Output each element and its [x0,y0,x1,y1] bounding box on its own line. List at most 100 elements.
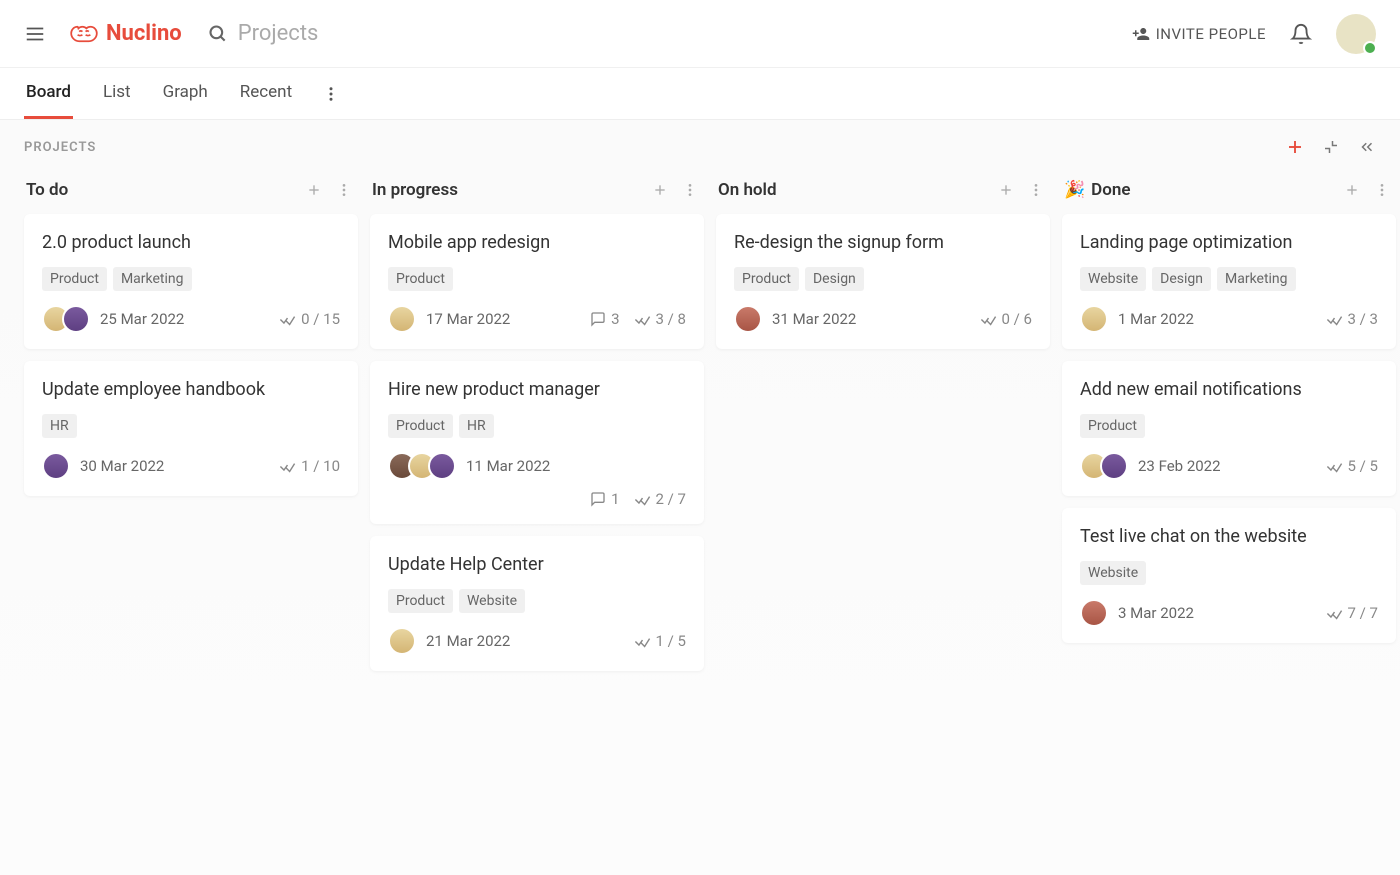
column-title: To do [26,180,68,200]
tag: Product [734,267,799,291]
tag: HR [459,414,494,438]
column-to-do: To do 2.0 product launchProductMarketing2… [24,176,358,683]
avatar [1080,305,1108,333]
column-more-icon[interactable] [1028,182,1044,198]
user-avatar[interactable] [1336,14,1376,54]
card-footer-right: 3 / 3 [1326,310,1379,328]
card[interactable]: Mobile app redesignProduct17 Mar 202233 … [370,214,704,349]
card-footer: 3 Mar 20227 / 7 [1080,599,1378,627]
tab-list[interactable]: List [101,68,133,119]
column-title-text: To do [26,180,68,200]
notifications-icon[interactable] [1290,23,1312,45]
chevrons-left-icon[interactable] [1358,138,1376,156]
card-tags: ProductHR [388,414,686,438]
tag: Product [388,267,453,291]
card-footer: 11 Mar 2022 [388,452,686,480]
card-footer-left: 21 Mar 2022 [388,627,510,655]
app-logo[interactable]: Nuclino [68,21,182,47]
brain-icon [68,21,100,47]
checklist-icon [279,311,296,328]
card-footer-right: 33 / 8 [590,310,686,328]
checklist-icon [634,311,651,328]
comment-count: 3 [590,310,619,328]
card-date: 3 Mar 2022 [1118,604,1194,622]
card-title: Re-design the signup form [734,232,1032,253]
checklist-icon [1326,458,1343,475]
card-date: 31 Mar 2022 [772,310,856,328]
column-more-icon[interactable] [682,182,698,198]
tab-board[interactable]: Board [24,68,73,119]
card[interactable]: Update employee handbookHR30 Mar 20221 /… [24,361,358,496]
card-date: 1 Mar 2022 [1118,310,1194,328]
tag: Design [1152,267,1211,291]
column-more-icon[interactable] [336,182,352,198]
board-header: PROJECTS [24,138,1376,156]
avatar [734,305,762,333]
column-header: On hold [716,176,1050,214]
invite-people-button[interactable]: INVITE PEOPLE [1132,25,1266,43]
card-date: 11 Mar 2022 [466,457,550,475]
column-on-hold: On hold Re-design the signup form ProductD… [716,176,1050,683]
card[interactable]: Re-design the signup form ProductDesign 31… [716,214,1050,349]
card[interactable]: Hire new product manager ProductHR 11 Mar … [370,361,704,524]
card-footer-right: 1 / 5 [634,632,687,650]
tag: Website [1080,561,1146,585]
card[interactable]: Update Help CenterProductWebsite21 Mar 2… [370,536,704,671]
column-header: 🎉Done [1062,176,1396,214]
checklist-icon [980,311,997,328]
hamburger-menu-icon[interactable] [24,23,46,45]
add-column-icon[interactable] [1286,138,1304,156]
card-avatars [734,305,762,333]
card-footer-left: 1 Mar 2022 [1080,305,1194,333]
card[interactable]: Landing page optimizationWebsiteDesignMa… [1062,214,1396,349]
card-title: Update employee handbook [42,379,340,400]
card-footer-right: 5 / 5 [1326,457,1379,475]
add-card-icon[interactable] [652,182,668,198]
card-tags: ProductMarketing [42,267,340,291]
more-options-icon[interactable] [322,85,340,103]
card-footer-left: 11 Mar 2022 [388,452,550,480]
column-more-icon[interactable] [1374,182,1390,198]
card[interactable]: Test live chat on the websiteWebsite3 Ma… [1062,508,1396,643]
card-footer: 30 Mar 2022 1 / 10 [42,452,340,480]
board-area: PROJECTS To do 2.0 product launchProductM… [0,120,1400,875]
card-footer-right: 1 / 10 [279,457,340,475]
card-tags: WebsiteDesignMarketing [1080,267,1378,291]
card-footer: 25 Mar 20220 / 15 [42,305,340,333]
card-date: 21 Mar 2022 [426,632,510,650]
add-card-icon[interactable] [306,182,322,198]
avatar [388,305,416,333]
search-area[interactable]: Projects [208,21,1132,46]
checklist-count: 0 / 15 [279,310,340,328]
card[interactable]: Add new email notificationsProduct23 Feb… [1062,361,1396,496]
search-icon [208,24,228,44]
checklist-icon [1326,311,1343,328]
card-tags: Product [1080,414,1378,438]
column-header: In progress [370,176,704,214]
add-card-icon[interactable] [1344,182,1360,198]
card-avatars [1080,599,1108,627]
card-avatars [388,627,416,655]
card-title: Hire new product manager [388,379,686,400]
column-actions [652,182,698,198]
tag: Product [1080,414,1145,438]
checklist-count: 1 / 5 [634,632,687,650]
avatar [42,452,70,480]
card-date: 30 Mar 2022 [80,457,164,475]
card-footer-right: 0 / 6 [980,310,1033,328]
card-avatars [42,452,70,480]
tab-recent[interactable]: Recent [238,68,294,119]
add-card-icon[interactable] [998,182,1014,198]
card-footer: 17 Mar 202233 / 8 [388,305,686,333]
tag: Website [459,589,525,613]
card[interactable]: 2.0 product launchProductMarketing25 Mar… [24,214,358,349]
card-tags: ProductDesign [734,267,1032,291]
tab-graph[interactable]: Graph [161,68,210,119]
tag: Product [42,267,107,291]
card-tags: Product [388,267,686,291]
collapse-icon[interactable] [1322,138,1340,156]
column-title-text: Done [1091,180,1130,200]
board-toolbar [1286,138,1376,156]
tag: Product [388,414,453,438]
avatar [388,627,416,655]
